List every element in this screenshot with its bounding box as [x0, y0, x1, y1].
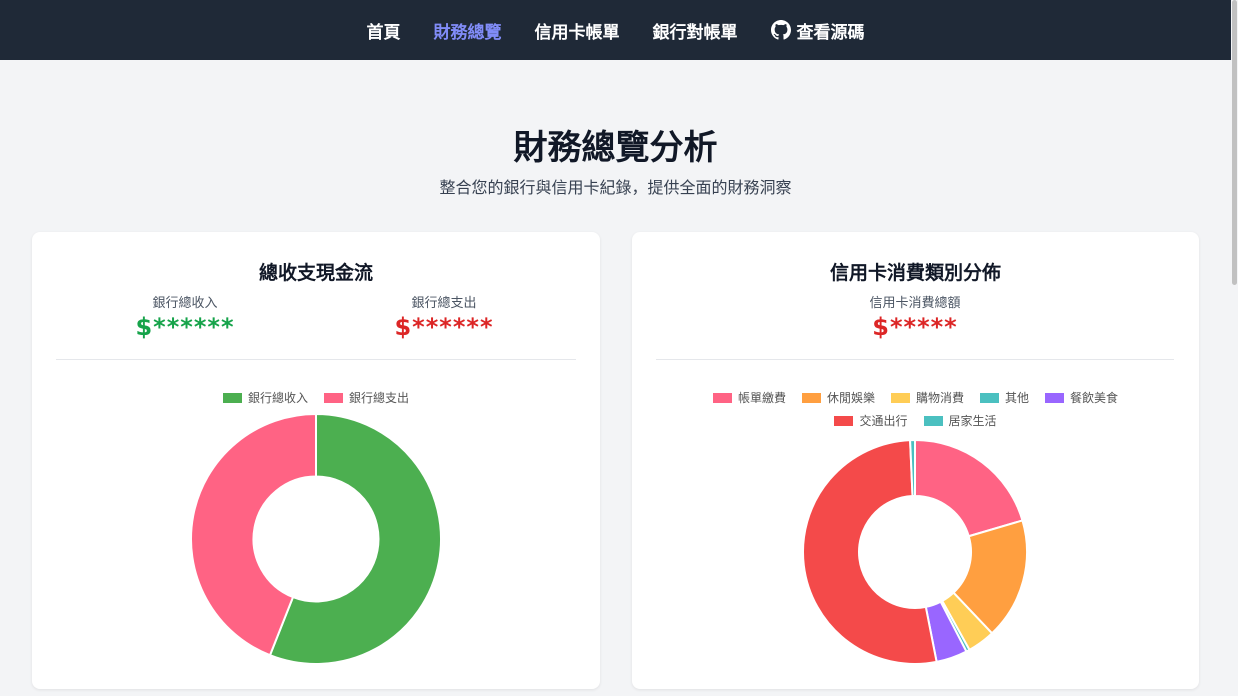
- legend-label: 購物消費: [915, 391, 964, 405]
- nav-overview-label: 財務總覽: [433, 22, 502, 43]
- legend-swatch: [890, 392, 910, 403]
- legend-swatch: [222, 392, 242, 403]
- income-label: 銀行總收入: [152, 296, 218, 311]
- nav-credit-card[interactable]: 信用卡帳單: [535, 18, 620, 43]
- legend-swatch: [712, 392, 732, 403]
- page-scrollbar-thumb[interactable]: [1232, 0, 1237, 285]
- legend-item[interactable]: 居家生活: [923, 412, 997, 429]
- legend-label: 銀行總收入: [247, 391, 308, 405]
- legend-item[interactable]: 交通出行: [834, 412, 908, 429]
- nav-view-source-label: 查看源碼: [796, 22, 865, 43]
- legend-item[interactable]: 帳單繳費: [712, 389, 786, 406]
- cashflow-legend: 銀行總收入 銀行總支出: [32, 389, 600, 406]
- legend-swatch: [923, 415, 943, 426]
- expense-stat: 銀行總支出 $******: [334, 292, 554, 341]
- cashflow-divider: [56, 359, 576, 360]
- nav-home-label: 首頁: [366, 22, 401, 43]
- legend-swatch: [1045, 392, 1065, 403]
- category-legend: 帳單繳費 休閒娛樂 購物消費 其他 餐飲美食交通出行 居家生活: [632, 389, 1199, 429]
- total-label: 信用卡消費總額: [869, 296, 961, 311]
- expense-value: $******: [394, 313, 494, 341]
- expense-label: 銀行總支出: [411, 296, 477, 311]
- legend-label: 餐飲美食: [1070, 391, 1119, 405]
- legend-label: 休閒娛樂: [826, 391, 875, 405]
- total-value: $*****: [872, 313, 958, 341]
- nav-view-source[interactable]: 查看源碼: [770, 18, 865, 43]
- category-donut-chart: [802, 438, 1028, 665]
- nav-overview[interactable]: 財務總覽: [434, 18, 502, 43]
- legend-item[interactable]: 銀行總收入: [222, 389, 308, 406]
- category-card: 信用卡消費類別分佈 信用卡消費總額 $***** 帳單繳費 休閒娛樂 購物消費 其他 餐…: [632, 232, 1199, 689]
- legend-item[interactable]: 購物消費: [890, 389, 964, 406]
- donut-slice[interactable]: [914, 438, 1024, 538]
- legend-label: 銀行總支出: [349, 391, 410, 405]
- legend-item[interactable]: 其他: [980, 389, 1029, 406]
- legend-label: 交通出行: [859, 414, 908, 428]
- cashflow-donut-chart: [190, 412, 442, 665]
- page-title: 財務總覽分析: [513, 128, 718, 168]
- legend-label: 其他: [1005, 391, 1030, 405]
- legend-item[interactable]: 餐飲美食: [1045, 389, 1118, 406]
- github-icon: [770, 20, 791, 40]
- legend-label: 帳單繳費: [737, 391, 786, 405]
- category-divider: [656, 359, 1174, 360]
- income-value: $******: [135, 313, 235, 341]
- legend-item[interactable]: 休閒娛樂: [801, 389, 875, 406]
- nav-home[interactable]: 首頁: [367, 18, 401, 43]
- top-navbar: 首頁 財務總覽 信用卡帳單 銀行對帳單 查看源碼: [0, 0, 1231, 60]
- nav-bank-statement[interactable]: 銀行對帳單: [653, 18, 738, 43]
- legend-item[interactable]: 銀行總支出: [324, 389, 409, 406]
- cashflow-title: 總收支現金流: [258, 262, 373, 284]
- total-stat: 信用卡消費總額 $*****: [805, 292, 1025, 341]
- legend-swatch: [980, 392, 999, 403]
- legend-swatch: [801, 392, 821, 403]
- legend-swatch: [834, 415, 854, 426]
- nav-bank-statement-label: 銀行對帳單: [652, 22, 738, 43]
- nav-credit-card-label: 信用卡帳單: [534, 22, 620, 43]
- legend-label: 居家生活: [948, 414, 997, 428]
- page-subtitle: 整合您的銀行與信用卡紀錄，提供全面的財務洞察: [439, 178, 792, 197]
- cashflow-card: 總收支現金流 銀行總收入 $****** 銀行總支出 $****** 銀行總收入…: [32, 232, 600, 689]
- category-title: 信用卡消費類別分佈: [829, 262, 1001, 284]
- income-stat: 銀行總收入 $******: [75, 292, 295, 341]
- legend-swatch: [324, 392, 343, 403]
